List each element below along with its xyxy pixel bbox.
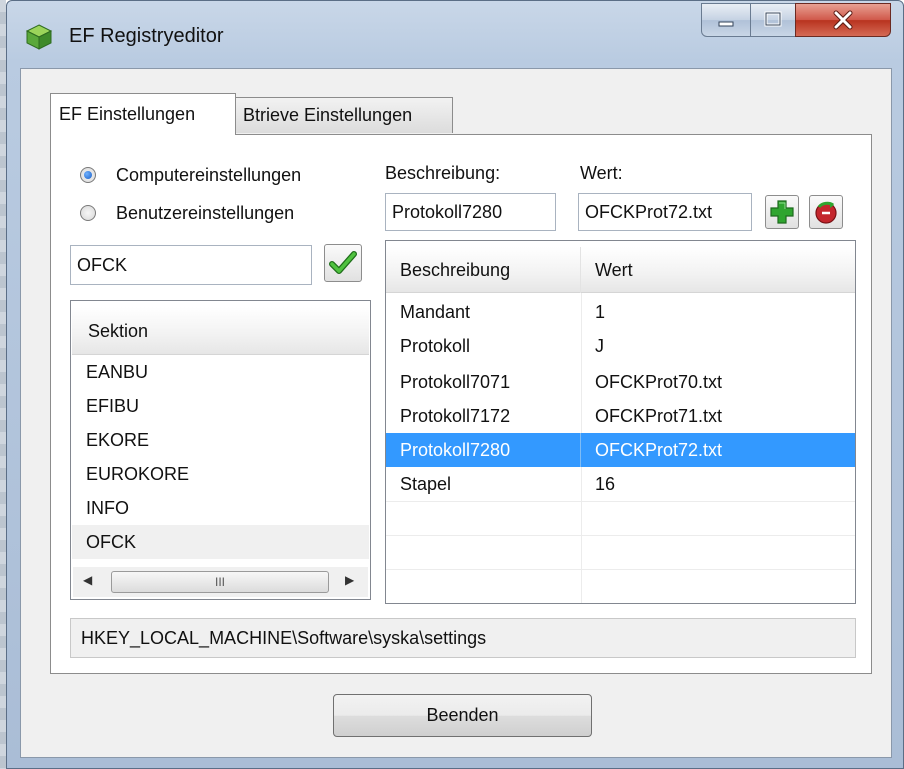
scroll-left-icon[interactable]: ◀	[83, 573, 92, 587]
column-header-wert[interactable]: Wert	[581, 247, 855, 293]
settings-grid[interactable]: Beschreibung Wert Mandant 1 Protokoll J …	[385, 240, 856, 604]
tab-ef-einstellungen[interactable]: EF Einstellungen	[50, 93, 236, 135]
cell-wert: OFCKProt72.txt	[595, 440, 723, 460]
scroll-right-icon[interactable]: ▶	[345, 573, 354, 587]
radio-label: Computereinstellungen	[116, 164, 302, 185]
list-item-selected[interactable]: OFCK	[72, 525, 369, 559]
grid-line	[386, 501, 855, 502]
radio-user-settings[interactable]: Benutzereinstellungen	[80, 200, 294, 226]
grid-line	[386, 569, 855, 570]
table-row[interactable]: Stapel 16	[386, 467, 855, 501]
grid-header: Beschreibung Wert	[386, 247, 855, 293]
value-field[interactable]: OFCKProt72.txt	[578, 193, 752, 231]
list-item[interactable]: EFIBU	[72, 389, 369, 423]
delete-entry-button[interactable]	[809, 195, 843, 229]
grid-line	[386, 535, 855, 536]
radio-computer-settings[interactable]: Computereinstellungen	[80, 162, 301, 188]
cell-beschreibung: Protokoll7172	[400, 406, 511, 426]
add-entry-button[interactable]	[765, 195, 799, 229]
close-button[interactable]	[795, 3, 891, 37]
column-header-beschreibung[interactable]: Beschreibung	[386, 247, 581, 293]
cell-beschreibung: Protokoll7280	[386, 433, 581, 467]
list-item[interactable]: EANBU	[72, 355, 369, 389]
minimize-button[interactable]	[701, 3, 751, 37]
table-row-selected[interactable]: Protokoll7280 OFCKProt72.txt	[386, 433, 855, 467]
section-list[interactable]: Sektion EANBU EFIBU EKORE EUROKORE INFO …	[70, 300, 371, 600]
cell-beschreibung: Protokoll	[400, 336, 471, 356]
cell-beschreibung: Mandant	[400, 302, 471, 322]
table-row[interactable]: Mandant 1	[386, 295, 855, 329]
table-row[interactable]: Protokoll J	[386, 329, 855, 363]
close-icon	[833, 10, 853, 30]
tab-btrieve-einstellungen[interactable]: Btrieve Einstellungen	[234, 97, 453, 133]
table-row[interactable]: Protokoll7071 OFCKProt70.txt	[386, 365, 855, 399]
list-item[interactable]: EKORE	[72, 423, 369, 457]
cell-wert: OFCKProt71.txt	[595, 406, 723, 426]
radio-label: Benutzereinstellungen	[116, 202, 295, 223]
table-row[interactable]: Protokoll7172 OFCKProt71.txt	[386, 399, 855, 433]
checkmark-icon	[329, 251, 357, 274]
cell-wert: 16	[595, 474, 616, 494]
section-list-header[interactable]: Sektion	[72, 307, 369, 355]
cell-wert: OFCKProt70.txt	[595, 372, 723, 392]
title-bar[interactable]: EF Registryeditor	[7, 1, 903, 69]
radio-unchecked-icon[interactable]	[80, 205, 96, 221]
minimize-icon	[718, 21, 734, 27]
description-label: Beschreibung:	[385, 163, 501, 183]
description-field[interactable]: Protokoll7280	[385, 193, 556, 231]
radio-checked-icon[interactable]	[80, 167, 96, 183]
apply-filter-button[interactable]	[324, 244, 362, 282]
app-cube-icon	[25, 24, 53, 50]
cell-beschreibung: Protokoll7071	[400, 372, 511, 392]
delete-icon	[815, 201, 837, 224]
end-button[interactable]: Beenden	[333, 694, 592, 737]
horizontal-scrollbar[interactable]: ◀ III ▶	[73, 567, 368, 597]
window-title: EF Registryeditor	[69, 25, 224, 47]
app-window: EF Registryeditor EF Einstellungen Btrie…	[0, 0, 904, 769]
list-item[interactable]: EUROKORE	[72, 457, 369, 491]
list-item[interactable]: INFO	[72, 491, 369, 525]
scroll-thumb[interactable]: III	[111, 571, 329, 593]
plus-icon	[770, 200, 794, 224]
maximize-button[interactable]	[750, 3, 796, 37]
cell-wert: 1	[595, 302, 606, 322]
section-header-label: Sektion	[88, 321, 149, 341]
value-label: Wert:	[580, 163, 623, 183]
maximize-icon	[764, 11, 782, 27]
registry-path-display: HKEY_LOCAL_MACHINE\Software\syska\settin…	[70, 618, 856, 658]
cell-wert: J	[595, 336, 604, 356]
section-filter-input[interactable]: OFCK	[70, 245, 312, 285]
cell-beschreibung: Stapel	[400, 474, 452, 494]
